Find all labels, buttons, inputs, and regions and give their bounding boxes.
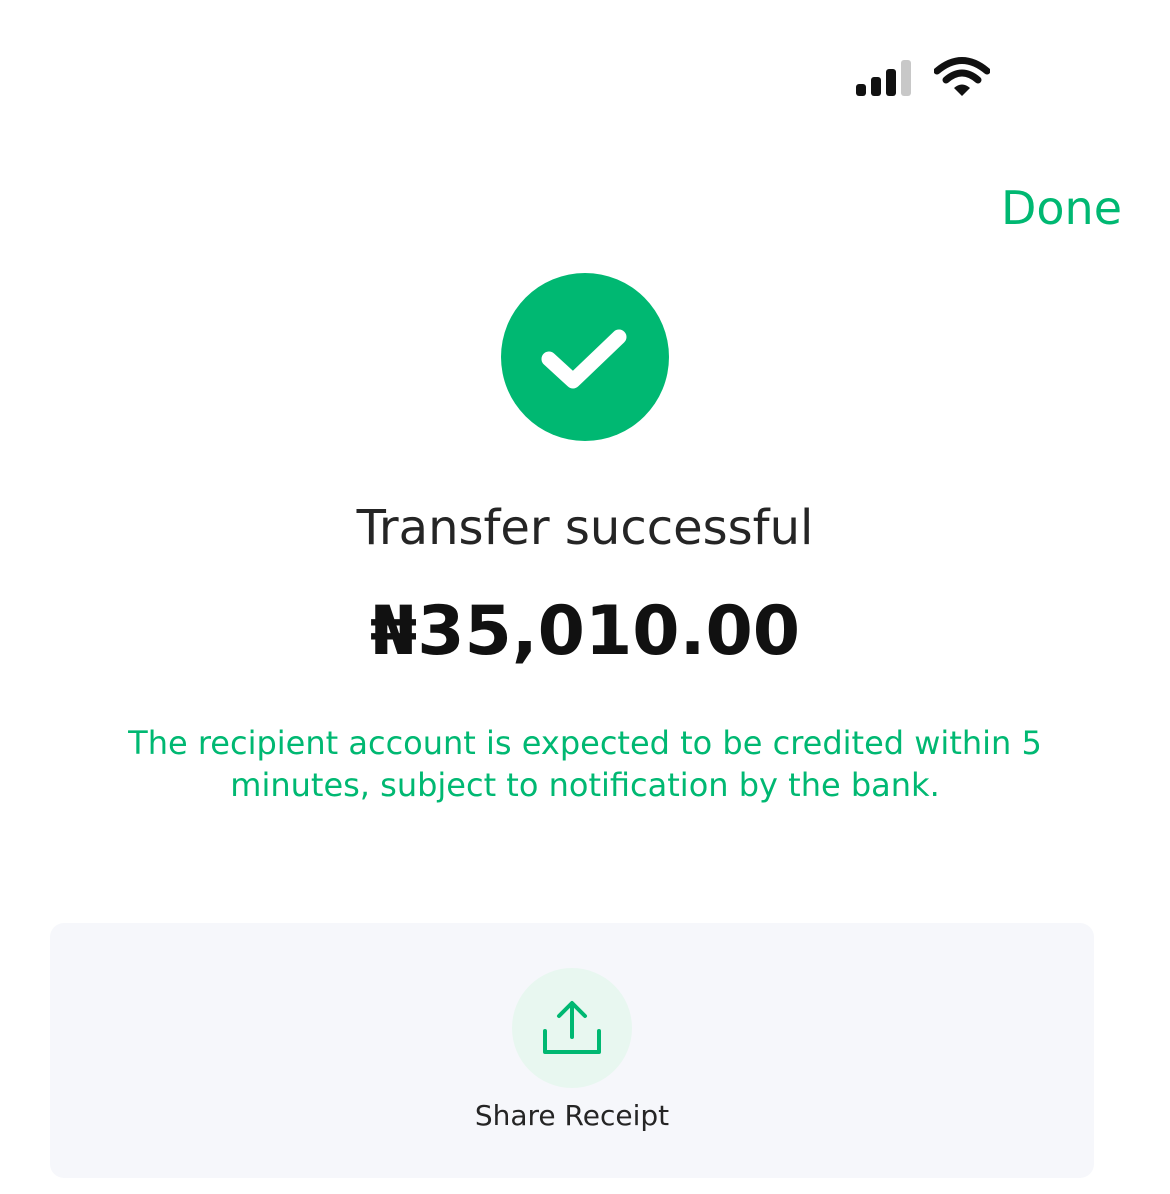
- status-bar: [0, 0, 1170, 110]
- share-receipt-button[interactable]: Share Receipt: [422, 968, 722, 1148]
- transfer-amount: ₦35,010.00: [369, 592, 801, 671]
- share-receipt-label: Share Receipt: [474, 1099, 670, 1132]
- share-upload-icon: [543, 1001, 601, 1054]
- done-button[interactable]: Done: [1001, 180, 1122, 236]
- transfer-status-title: Transfer successful: [356, 500, 814, 556]
- success-badge: [501, 273, 669, 441]
- credit-notice: The recipient account is expected to be …: [128, 724, 1042, 804]
- checkmark-icon: [541, 329, 627, 389]
- wifi-icon: [934, 57, 990, 96]
- share-icon-circle[interactable]: [512, 968, 632, 1088]
- cellular-signal-icon: [856, 60, 911, 96]
- receipt-actions-card: Share Receipt: [50, 923, 1094, 1178]
